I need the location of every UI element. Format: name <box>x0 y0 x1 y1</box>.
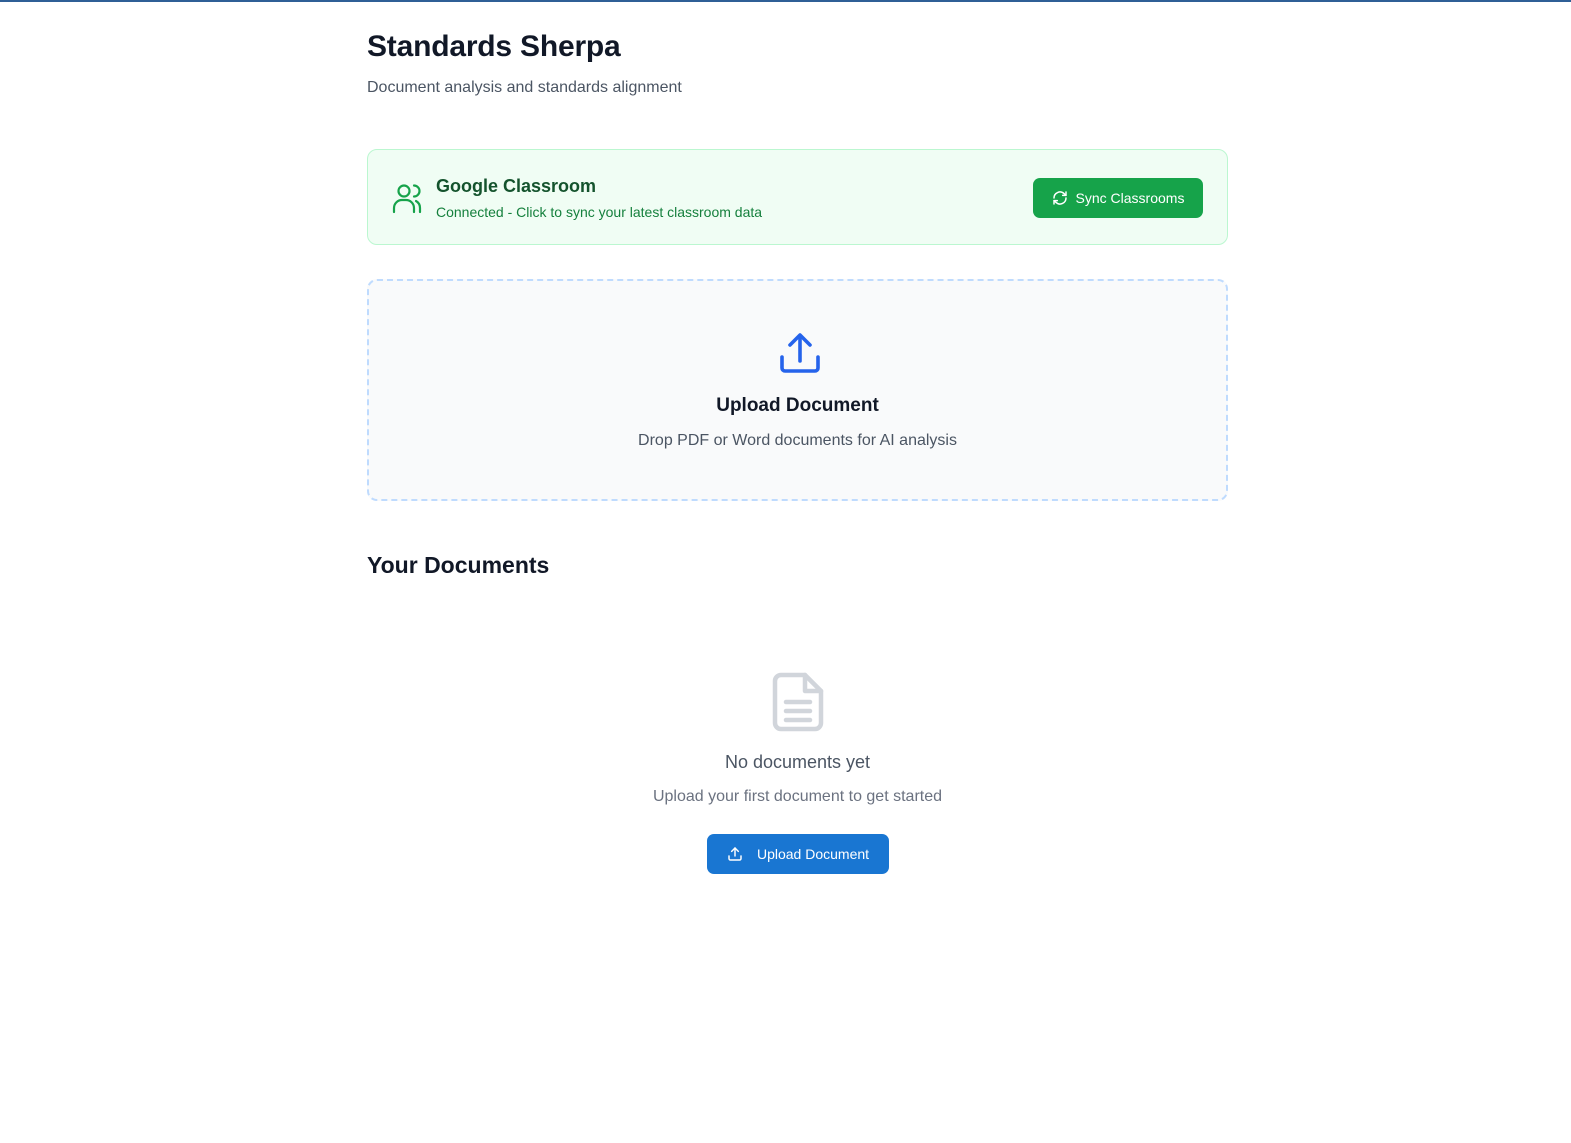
empty-state-title: No documents yet <box>724 752 871 772</box>
empty-state-description: Upload your first document to get starte… <box>652 788 943 805</box>
upload-dropzone[interactable]: Upload Document Drop PDF or Word documen… <box>367 279 1228 501</box>
upload-icon <box>780 333 820 373</box>
top-accent-bar <box>0 0 1571 2</box>
upload-icon <box>728 847 742 861</box>
upload-document-label: Upload Document <box>756 846 870 862</box>
google-classroom-status: Connected - Click to sync your latest cl… <box>436 204 763 220</box>
upload-dropzone-title: Upload Document <box>716 395 879 416</box>
users-icon <box>392 184 422 214</box>
refresh-icon <box>1052 191 1067 205</box>
upload-dropzone-description: Drop PDF or Word documents for AI analys… <box>638 432 957 449</box>
google-classroom-title: Google Classroom <box>436 176 597 196</box>
documents-section-title: Your Documents <box>367 552 550 578</box>
sync-classrooms-button[interactable]: Sync Classrooms <box>1033 178 1203 218</box>
sync-classrooms-label: Sync Classrooms <box>1075 190 1185 206</box>
google-classroom-card: Google Classroom Connected - Click to sy… <box>367 149 1228 245</box>
file-text-icon <box>772 672 824 732</box>
documents-empty-state: No documents yet Upload your first docum… <box>367 668 1228 888</box>
page-subtitle: Document analysis and standards alignmen… <box>367 79 682 96</box>
page-title: Standards Sherpa <box>367 30 621 63</box>
upload-document-button[interactable]: Upload Document <box>707 834 889 874</box>
